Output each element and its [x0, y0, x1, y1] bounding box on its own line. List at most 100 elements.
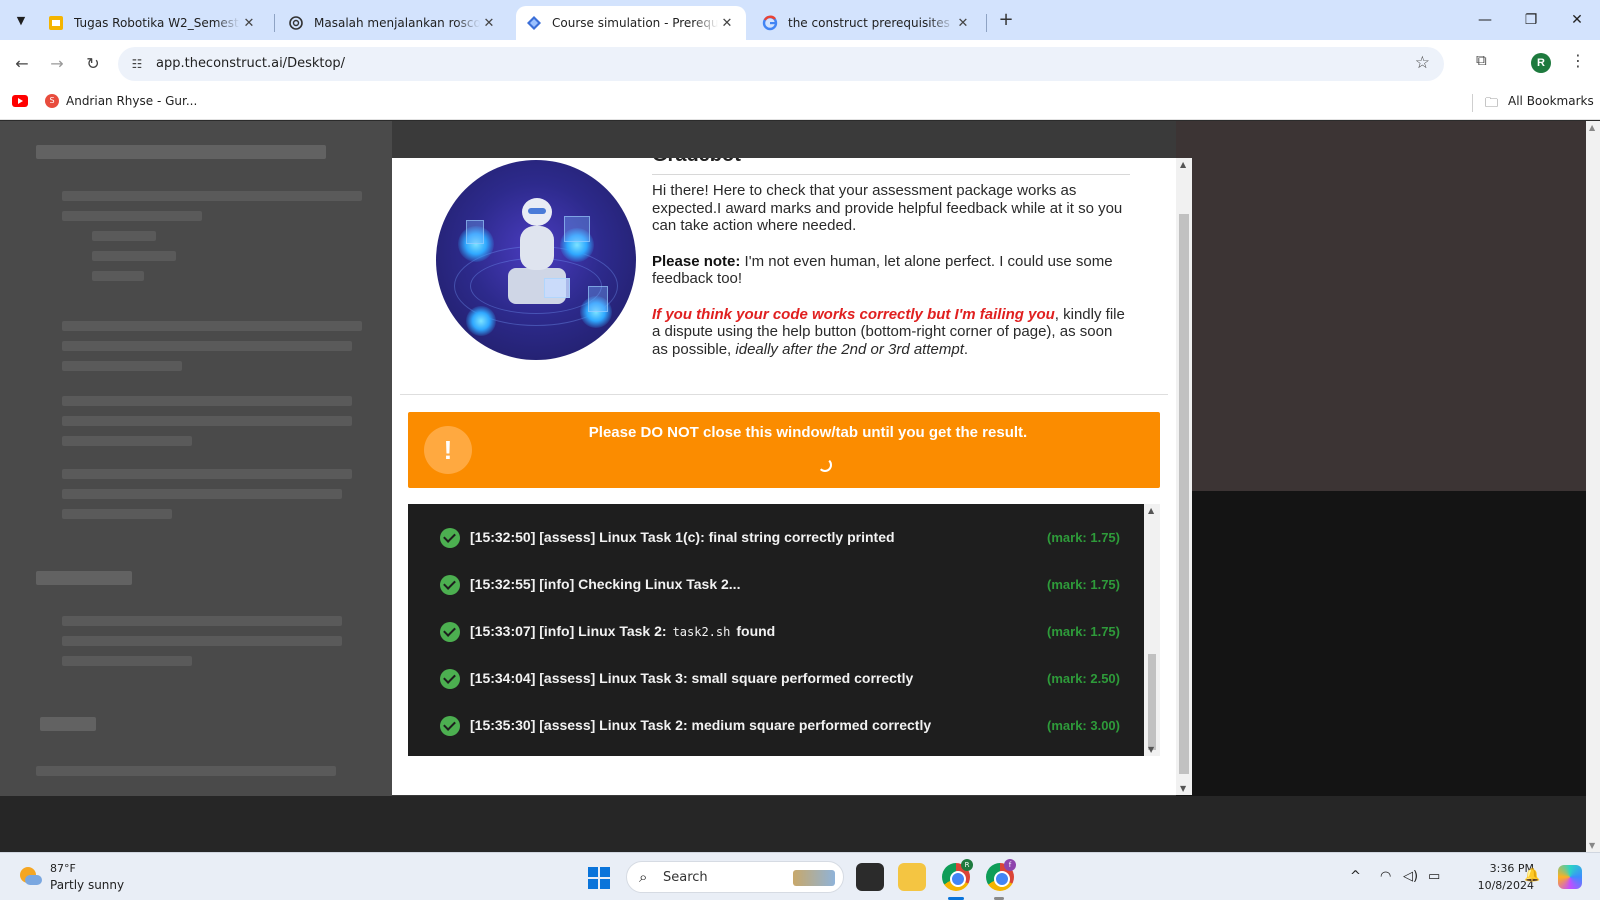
log-mark: (mark: 3.00) [1047, 718, 1120, 733]
all-bookmarks-button[interactable]: All Bookmarks [1508, 94, 1594, 108]
chevron-up-icon[interactable]: ^ [1350, 869, 1361, 884]
ide-bottom-bar [0, 796, 1600, 852]
blurred-line [62, 191, 362, 201]
scroll-down-icon[interactable]: ▼ [1180, 784, 1186, 793]
weather-temperature[interactable]: 87°F [50, 862, 76, 875]
youtube-icon[interactable] [12, 95, 28, 107]
scroll-down-icon[interactable]: ▼ [1589, 841, 1595, 850]
log-message: [15:32:55] [info] Checking Linux Task 2.… [470, 576, 741, 592]
section-divider [400, 394, 1168, 395]
forward-button[interactable]: → [44, 50, 70, 76]
tab-search-button[interactable]: ▼ [8, 7, 34, 33]
dispute-end: . [963, 340, 969, 358]
modal-scroll-thumb[interactable] [1179, 214, 1189, 774]
check-circle-icon [440, 716, 460, 736]
blurred-line [92, 231, 156, 241]
more-menu-icon[interactable]: ⋮ [1570, 51, 1586, 70]
close-tab-icon[interactable]: ✕ [240, 16, 258, 31]
gradebot-intro: Hi there! Here to check that your assess… [652, 182, 1130, 376]
blurred-line [62, 509, 172, 519]
exclamation-icon: ! [424, 426, 472, 474]
log-message: [15:35:30] [assess] Linux Task 2: medium… [470, 717, 932, 733]
tab-construct-search[interactable]: the construct prerequisites exam ✕ [752, 6, 982, 40]
bookmark-star-icon[interactable]: ☆ [1415, 53, 1430, 73]
weather-condition[interactable]: Partly sunny [50, 878, 124, 892]
log-row: [15:35:30] [assess] Linux Task 2: medium… [408, 712, 1144, 740]
log-message: [15:34:04] [assess] Linux Task 3: small … [470, 670, 914, 686]
reload-button[interactable]: ↻ [80, 50, 106, 76]
minimize-button[interactable]: — [1462, 0, 1508, 40]
blurred-line [62, 656, 192, 666]
file-explorer-icon[interactable] [898, 863, 926, 891]
log-message: [15:33:07] [info] Linux Task 2: task2.sh f… [470, 623, 776, 639]
scroll-up-icon[interactable]: ▲ [1589, 123, 1595, 132]
bookmark-andrian-rhyse[interactable]: Andrian Rhyse - Gur... [66, 94, 197, 108]
openai-icon [288, 15, 304, 31]
battery-icon[interactable]: ▭ [1428, 869, 1440, 884]
search-icon: ⌕ [639, 868, 648, 886]
bookmarks-bar: S Andrian Rhyse - Gur... 🗀 All Bookmarks [0, 86, 1600, 120]
robot-body [520, 226, 554, 270]
volume-icon[interactable]: ◁) [1403, 869, 1418, 884]
wifi-icon[interactable]: ◠ [1380, 869, 1391, 884]
site-settings-icon[interactable]: ☷ [128, 55, 146, 73]
search-highlight-image [793, 870, 835, 886]
holo-screen [588, 286, 608, 312]
close-tab-icon[interactable]: ✕ [718, 16, 736, 31]
blurred-line [36, 145, 326, 159]
log-mark: (mark: 1.75) [1047, 530, 1120, 545]
search-label: Search [663, 870, 708, 885]
scroll-up-icon[interactable]: ▲ [1180, 160, 1186, 169]
new-tab-button[interactable]: + [994, 9, 1018, 33]
log-mark: (mark: 1.75) [1047, 624, 1120, 639]
scroll-down-icon[interactable]: ▼ [1148, 745, 1154, 754]
notification-bell-icon[interactable]: 🔔 [1524, 868, 1540, 883]
arrow-left-icon: ← [15, 53, 29, 73]
close-window-button[interactable]: ✕ [1554, 0, 1600, 40]
bookmark-favicon-icon: S [45, 94, 59, 108]
close-tab-icon[interactable]: ✕ [480, 16, 498, 31]
url-text[interactable]: app.theconstruct.ai/Desktop/ [156, 56, 345, 71]
address-bar[interactable]: ☷ app.theconstruct.ai/Desktop/ ☆ [118, 47, 1444, 81]
modal-scrollbar[interactable]: ▲ ▼ [1176, 158, 1192, 795]
terminal-app-icon[interactable] [856, 863, 884, 891]
extensions-icon[interactable]: ⧉ [1476, 51, 1487, 69]
scroll-up-icon[interactable]: ▲ [1148, 506, 1154, 515]
page-scrollbar[interactable]: ▲ ▼ [1586, 121, 1600, 852]
blurred-line [36, 571, 132, 585]
blurred-line [62, 361, 182, 371]
start-button[interactable] [588, 867, 610, 889]
blurred-line [36, 766, 336, 776]
close-tab-icon[interactable]: ✕ [954, 16, 972, 31]
restore-button[interactable]: ❐ [1508, 0, 1554, 40]
blurred-line [62, 616, 342, 626]
browser-toolbar: ← → ↻ ☷ app.theconstruct.ai/Desktop/ ☆ ⧉… [0, 40, 1600, 86]
glow-orb [466, 306, 496, 336]
check-circle-icon [440, 622, 460, 642]
log-row: [15:32:50] [assess] Linux Task 1(c): fin… [408, 524, 1144, 552]
restore-icon: ❐ [1524, 12, 1538, 28]
intro-paragraph: Hi there! Here to check that your assess… [652, 182, 1123, 234]
check-circle-icon [440, 575, 460, 595]
log-scroll-thumb[interactable] [1148, 654, 1156, 750]
back-button[interactable]: ← [9, 50, 35, 76]
tab-course-simulation[interactable]: Course simulation - Prerequisite ✕ [516, 6, 746, 40]
modal-content: Gradebot Hi there! Here to check that yo… [392, 158, 1176, 795]
copilot-icon[interactable] [1558, 865, 1582, 889]
tab-masalah-roscore[interactable]: Masalah menjalankan roscore ✕ [278, 6, 508, 40]
taskbar-search[interactable]: ⌕ Search [626, 861, 844, 893]
modal-heading: Gradebot [652, 158, 741, 167]
tab-title: Course simulation - Prerequisite [552, 16, 718, 30]
weather-icon[interactable] [18, 865, 42, 889]
gradebot-modal: Gradebot Hi there! Here to check that yo… [392, 158, 1192, 795]
log-mark: (mark: 2.50) [1047, 671, 1120, 686]
assessment-log: [15:32:50] [assess] Linux Task 1(c): fin… [408, 504, 1144, 756]
google-icon [762, 15, 778, 31]
tab-tugas-robotika[interactable]: Tugas Robotika W2_Semester G ✕ [38, 6, 268, 40]
blurred-line [62, 396, 352, 406]
tab-separator [986, 14, 987, 32]
log-scrollbar[interactable]: ▲ ▼ [1144, 504, 1160, 756]
instructions-panel [0, 121, 392, 796]
loading-spinner-icon [818, 458, 832, 472]
profile-avatar[interactable]: R [1531, 53, 1551, 73]
